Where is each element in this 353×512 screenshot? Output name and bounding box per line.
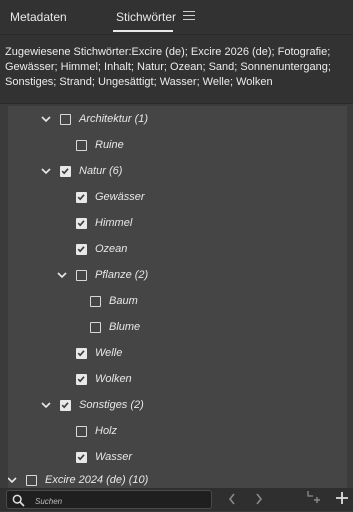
keyword-label: Holz	[95, 425, 118, 437]
add-sub-keyword-icon[interactable]	[305, 490, 323, 511]
keyword-label: Welle	[95, 347, 123, 359]
search-box[interactable]	[6, 490, 213, 512]
tree-row-ruine[interactable]: Ruine	[76, 132, 124, 158]
assigned-keywords-text: Zugewiesene Stichwörter:Excire (de); Exc…	[5, 46, 331, 88]
tree-row-ozean[interactable]: Ozean	[76, 236, 127, 262]
tab-bar: Metadaten Stichwörter	[0, 0, 353, 35]
keyword-tree: Architektur (1) Ruine Natur (6) Gewässer…	[8, 106, 347, 481]
checkbox[interactable]	[76, 425, 87, 437]
tree-row-sonstiges[interactable]: Sonstiges (2)	[40, 392, 144, 418]
tree-row-blume[interactable]: Blume	[90, 314, 140, 340]
checkbox[interactable]	[60, 113, 71, 125]
search-input[interactable]	[33, 493, 213, 509]
keyword-tree-partial-row: Excire 2024 (de) (10)	[8, 474, 347, 488]
checkbox-checked[interactable]	[76, 243, 87, 255]
checkbox[interactable]	[76, 139, 87, 151]
keyword-label: Ozean	[95, 243, 128, 255]
next-icon[interactable]	[254, 492, 264, 511]
tree-row-gewaesser[interactable]: Gewässer	[76, 184, 145, 210]
tab-metadata[interactable]: Metadaten	[10, 10, 67, 24]
keyword-label: Natur (6)	[79, 165, 123, 177]
keyword-label: Pflanze (2)	[95, 269, 149, 281]
keyword-label: Wolken	[95, 373, 132, 385]
checkbox-checked[interactable]	[76, 191, 87, 203]
keyword-label: Blume	[109, 321, 141, 333]
checkbox-checked[interactable]	[60, 399, 71, 411]
tree-row-natur[interactable]: Natur (6)	[40, 158, 122, 184]
chevron-down-icon[interactable]	[8, 474, 18, 486]
keyword-label: Sonstiges (2)	[79, 399, 144, 411]
checkbox[interactable]	[90, 321, 101, 333]
checkbox-checked[interactable]	[76, 451, 87, 463]
keyword-label: Excire 2024 (de) (10)	[45, 474, 149, 486]
keyword-label: Architektur (1)	[79, 113, 149, 125]
tree-row-wasser[interactable]: Wasser	[76, 444, 132, 470]
tree-row-wolken[interactable]: Wolken	[76, 366, 132, 392]
panel-menu-icon[interactable]	[183, 11, 195, 21]
checkbox-checked[interactable]	[60, 165, 71, 177]
tree-row-architektur[interactable]: Architektur (1)	[40, 106, 148, 132]
checkbox-checked[interactable]	[76, 373, 87, 385]
keyword-label: Wasser	[95, 451, 133, 463]
tree-row-pflanze[interactable]: Pflanze (2)	[56, 262, 148, 288]
search-icon	[12, 494, 25, 512]
tree-row-welle[interactable]: Welle	[76, 340, 122, 366]
keyword-label: Himmel	[95, 217, 133, 229]
previous-icon[interactable]	[227, 492, 237, 511]
checkbox[interactable]	[76, 269, 87, 281]
footer-toolbar	[0, 488, 353, 511]
checkbox[interactable]	[26, 474, 37, 486]
keyword-label: Baum	[109, 295, 138, 307]
assigned-keywords-panel: Zugewiesene Stichwörter:Excire (de); Exc…	[0, 35, 353, 104]
active-tab-indicator	[113, 30, 173, 32]
tree-row-holz[interactable]: Holz	[76, 418, 117, 444]
tree-row-excire-2024[interactable]: Excire 2024 (de) (10)	[8, 474, 148, 488]
tree-row-baum[interactable]: Baum	[90, 288, 138, 314]
keyword-label: Ruine	[95, 139, 124, 151]
checkbox-checked[interactable]	[76, 217, 87, 229]
keyword-label: Gewässer	[95, 191, 145, 203]
add-keyword-icon[interactable]	[335, 491, 349, 510]
chevron-down-icon[interactable]	[40, 165, 52, 177]
tab-keywords[interactable]: Stichwörter	[116, 10, 176, 24]
chevron-down-icon[interactable]	[40, 399, 52, 411]
checkbox-checked[interactable]	[76, 347, 87, 359]
checkbox[interactable]	[90, 295, 101, 307]
tree-row-himmel[interactable]: Himmel	[76, 210, 132, 236]
chevron-down-icon[interactable]	[40, 113, 52, 125]
chevron-down-icon[interactable]	[56, 269, 68, 281]
